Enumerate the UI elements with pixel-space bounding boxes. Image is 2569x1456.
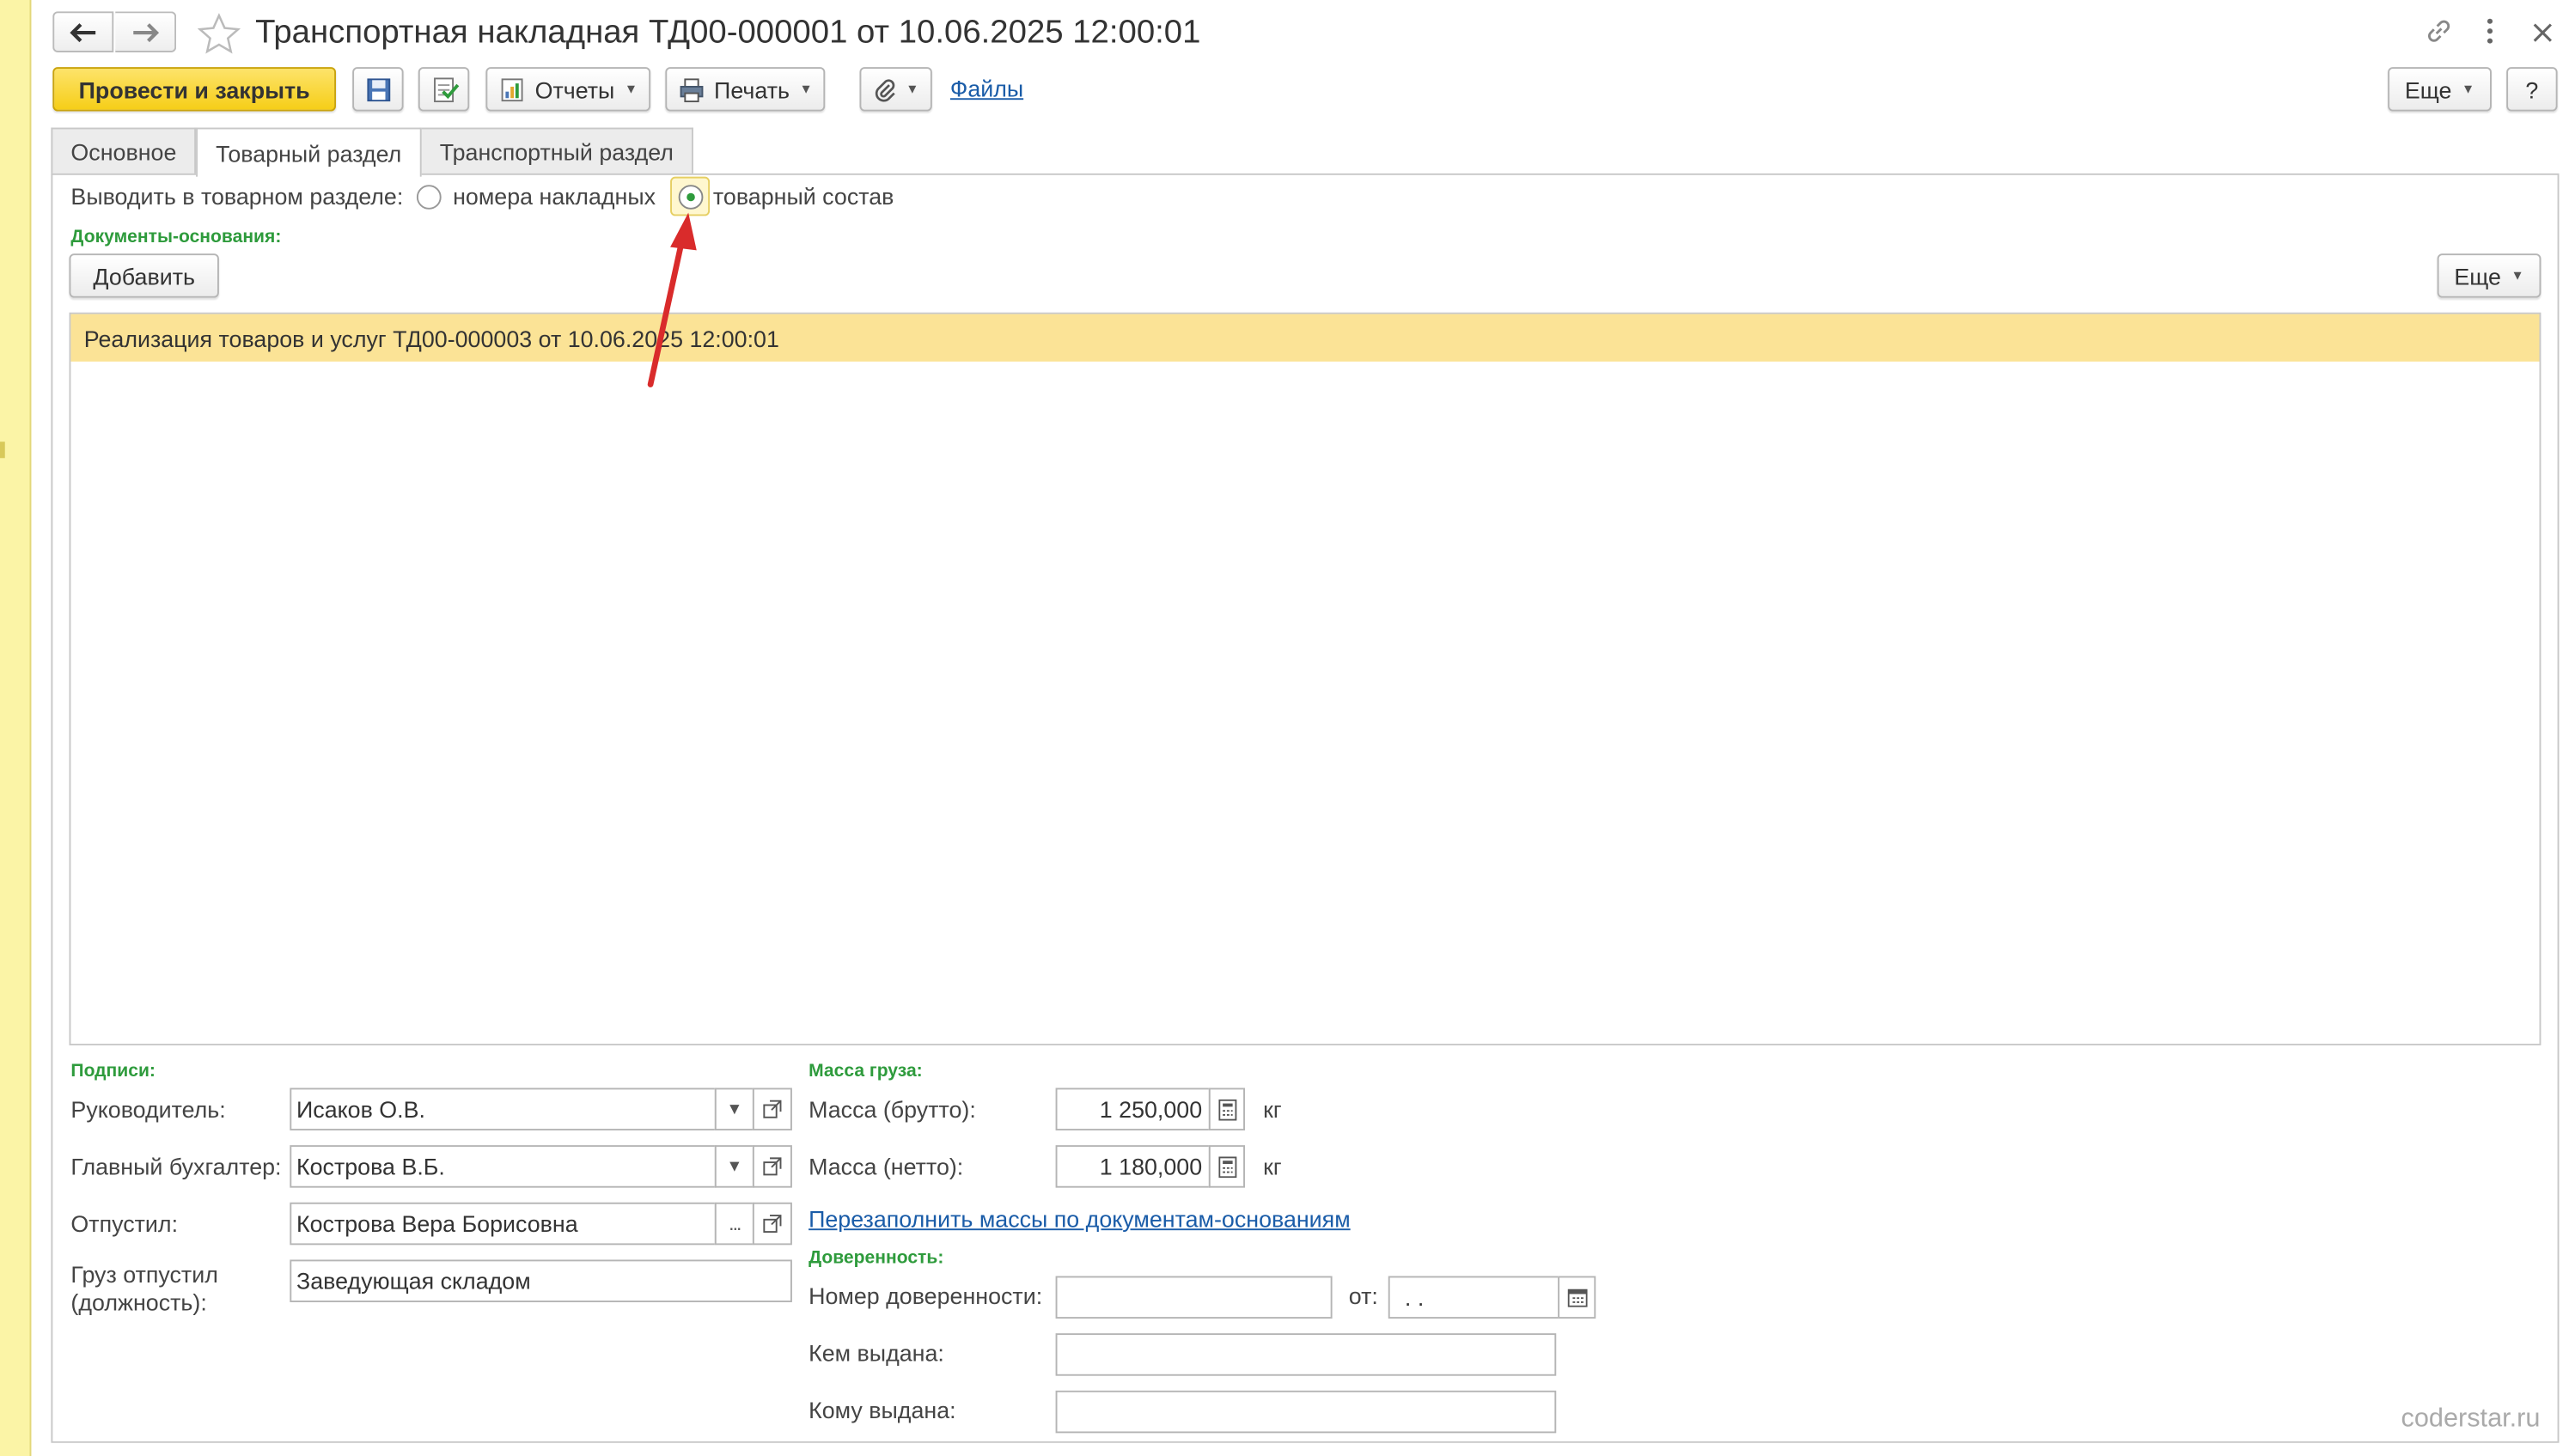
open-item-icon bbox=[763, 1215, 782, 1234]
net-mass-label: Масса (нетто): bbox=[809, 1153, 964, 1180]
back-icon bbox=[69, 22, 95, 42]
table-row[interactable]: Реализация товаров и услуг ТД00-000003 о… bbox=[70, 314, 2540, 362]
window-title: Транспортная накладная ТД00-000001 от 10… bbox=[255, 15, 1201, 52]
more-table-button[interactable]: Еще ▼ bbox=[2437, 253, 2542, 298]
reports-icon bbox=[501, 77, 523, 101]
power-of-attorney-group-label: Доверенность: bbox=[809, 1248, 944, 1268]
released-position-field[interactable]: Заведующая складом bbox=[290, 1259, 792, 1302]
chevron-down-icon: ▼ bbox=[726, 1100, 743, 1118]
radio-invoice-numbers-label[interactable]: номера накладных bbox=[453, 183, 656, 210]
issued-by-label: Кем выдана: bbox=[809, 1339, 944, 1367]
open-item-icon bbox=[763, 1100, 782, 1118]
base-docs-table: Реализация товаров и услуг ТД00-000003 о… bbox=[69, 312, 2542, 1045]
sidebar-notch bbox=[0, 442, 5, 459]
released-position-label-line1: Груз отпустил bbox=[70, 1261, 218, 1288]
star-icon bbox=[197, 13, 241, 54]
forward-button[interactable] bbox=[115, 11, 177, 52]
attorney-number-field[interactable] bbox=[1055, 1276, 1333, 1319]
printer-icon bbox=[679, 77, 703, 102]
calculator-icon bbox=[1217, 1098, 1236, 1120]
net-mass-unit: кг bbox=[1263, 1153, 1282, 1180]
save-button[interactable] bbox=[352, 67, 404, 112]
signatures-group-label: Подписи: bbox=[70, 1062, 156, 1081]
head-dropdown-button[interactable]: ▼ bbox=[714, 1087, 754, 1131]
gross-mass-label: Масса (брутто): bbox=[809, 1096, 976, 1123]
head-label: Руководитель: bbox=[70, 1096, 226, 1123]
net-mass-calculator-button[interactable] bbox=[1208, 1145, 1245, 1188]
tab-main[interactable]: Основное bbox=[51, 127, 197, 175]
attorney-date-calendar-button[interactable] bbox=[1558, 1276, 1596, 1319]
gross-mass-field[interactable]: 1 250,000 bbox=[1055, 1087, 1211, 1131]
radio-goods-composition-label[interactable]: товарный состав bbox=[713, 183, 894, 210]
calculator-icon bbox=[1217, 1155, 1236, 1178]
issued-to-field[interactable] bbox=[1055, 1390, 1557, 1434]
head-field[interactable]: Исаков О.В. bbox=[290, 1087, 717, 1131]
chief-accountant-field[interactable]: Кострова В.Б. bbox=[290, 1145, 717, 1188]
cargo-mass-group-label: Масса груза: bbox=[809, 1062, 923, 1081]
issued-to-label: Кому выдана: bbox=[809, 1397, 956, 1423]
base-docs-group-label: Документы-основания: bbox=[70, 227, 282, 247]
post-and-close-button[interactable]: Провести и закрыть bbox=[52, 67, 337, 112]
calendar-icon bbox=[1566, 1288, 1587, 1307]
gross-mass-unit: кг bbox=[1263, 1096, 1282, 1123]
copy-link-button[interactable] bbox=[2424, 16, 2454, 51]
released-by-label: Отпустил: bbox=[70, 1210, 179, 1237]
open-item-icon bbox=[763, 1157, 782, 1176]
released-position-label-line2: (должность): bbox=[70, 1288, 207, 1316]
chief-accountant-open-button[interactable] bbox=[752, 1145, 792, 1188]
released-by-open-button[interactable] bbox=[752, 1202, 792, 1246]
print-dropdown-button[interactable]: Печать ▼ bbox=[665, 67, 826, 112]
post-document-icon bbox=[433, 76, 459, 102]
radio-invoice-numbers[interactable] bbox=[416, 185, 442, 210]
tab-goods-section[interactable]: Товарный раздел bbox=[196, 127, 422, 177]
reports-label: Отчеты bbox=[534, 76, 615, 103]
chevron-down-icon: ▼ bbox=[799, 82, 813, 97]
help-button[interactable]: ? bbox=[2506, 67, 2558, 112]
more-label: Еще bbox=[2454, 262, 2501, 289]
left-sidebar-strip bbox=[0, 0, 32, 1456]
paperclip-icon bbox=[875, 78, 895, 101]
more-toolbar-button[interactable]: Еще ▼ bbox=[2388, 67, 2492, 112]
attorney-date-field[interactable]: . . bbox=[1388, 1276, 1560, 1319]
chief-accountant-dropdown-button[interactable]: ▼ bbox=[714, 1145, 754, 1188]
gross-mass-calculator-button[interactable] bbox=[1208, 1087, 1245, 1131]
chevron-down-icon: ▼ bbox=[624, 82, 638, 97]
attachments-dropdown-button[interactable]: ▼ bbox=[859, 67, 932, 112]
chevron-down-icon: ▼ bbox=[726, 1157, 743, 1176]
print-label: Печать bbox=[714, 76, 790, 103]
released-by-field[interactable]: Кострова Вера Борисовна bbox=[290, 1202, 717, 1246]
favorite-star-button[interactable] bbox=[197, 13, 241, 58]
issued-by-field[interactable] bbox=[1055, 1333, 1557, 1376]
attorney-date-label: от: bbox=[1348, 1282, 1378, 1309]
post-button[interactable] bbox=[418, 67, 470, 112]
head-open-button[interactable] bbox=[752, 1087, 792, 1131]
files-link[interactable]: Файлы bbox=[950, 76, 1023, 101]
chevron-down-icon: ▼ bbox=[906, 82, 919, 97]
chevron-down-icon: ▼ bbox=[2511, 268, 2524, 283]
tab-transport-section[interactable]: Транспортный раздел bbox=[419, 127, 693, 175]
close-icon bbox=[2533, 23, 2553, 42]
reports-dropdown-button[interactable]: Отчеты ▼ bbox=[485, 67, 651, 112]
back-button[interactable] bbox=[52, 11, 114, 52]
chief-accountant-label: Главный бухгалтер: bbox=[70, 1153, 282, 1180]
attorney-number-label: Номер доверенности: bbox=[809, 1282, 1043, 1309]
more-actions-button[interactable] bbox=[2477, 16, 2504, 51]
output-mode-label: Выводить в товарном разделе: bbox=[70, 183, 404, 210]
net-mass-field[interactable]: 1 180,000 bbox=[1055, 1145, 1211, 1188]
link-icon bbox=[2428, 20, 2450, 42]
watermark: coderstar.ru bbox=[2401, 1404, 2541, 1434]
released-by-select-button[interactable]: ... bbox=[714, 1202, 754, 1246]
ellipsis-icon: ... bbox=[729, 1212, 741, 1235]
add-button[interactable]: Добавить bbox=[69, 253, 219, 298]
save-icon bbox=[366, 77, 390, 101]
more-label: Еще bbox=[2404, 76, 2452, 103]
refill-mass-link[interactable]: Перезаполнить массы по документам-основа… bbox=[809, 1206, 1351, 1232]
more-vertical-icon bbox=[2487, 18, 2493, 44]
close-button[interactable] bbox=[2529, 16, 2556, 51]
annotation-arrow-icon bbox=[647, 212, 697, 387]
forward-icon bbox=[133, 22, 160, 42]
chevron-down-icon: ▼ bbox=[2461, 82, 2475, 97]
